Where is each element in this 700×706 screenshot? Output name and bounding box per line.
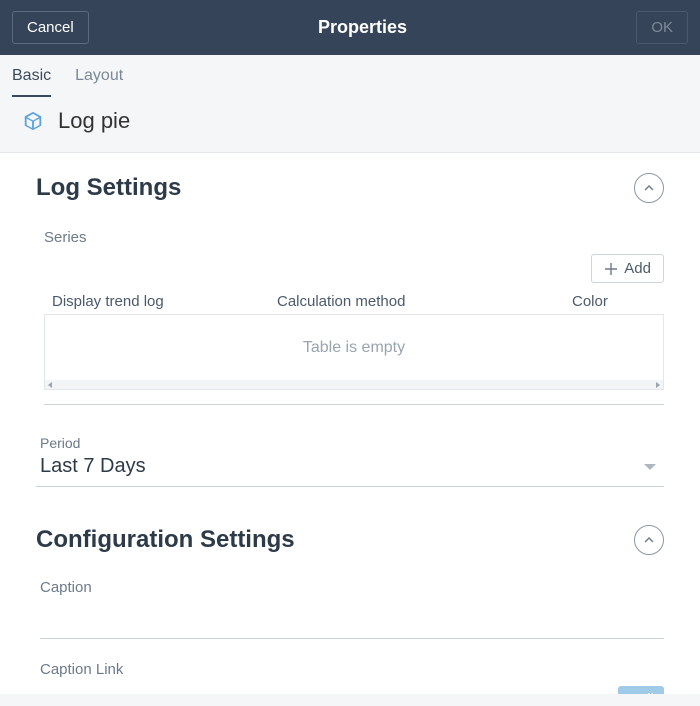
caption-link-label: Caption Link — [40, 661, 664, 678]
table-header: Display trend log Calculation method Col… — [44, 289, 664, 314]
table-horizontal-scrollbar[interactable] — [44, 380, 664, 390]
dialog-header: Cancel Properties OK — [0, 0, 700, 55]
period-label: Period — [40, 435, 660, 451]
period-value: Last 7 Days — [40, 455, 146, 478]
section-log-settings: Log Settings Series Add Display trend lo… — [0, 153, 700, 497]
dialog-title: Properties — [318, 17, 407, 38]
series-divider — [44, 404, 664, 405]
plus-icon — [604, 262, 618, 276]
chevron-up-icon — [644, 535, 654, 545]
collapse-config-settings-button[interactable] — [634, 525, 664, 555]
object-title-row: Log pie — [0, 98, 700, 152]
caption-label: Caption — [40, 579, 664, 596]
add-button-label: Add — [624, 260, 651, 277]
chevron-up-icon — [644, 183, 654, 193]
object-title: Log pie — [58, 108, 130, 134]
add-series-button[interactable]: Add — [591, 254, 664, 283]
series-label: Series — [44, 229, 664, 246]
cancel-button[interactable]: Cancel — [12, 11, 89, 44]
folder-icon[interactable] — [588, 692, 608, 695]
ok-button[interactable]: OK — [636, 11, 688, 44]
configuration-settings-title: Configuration Settings — [36, 526, 295, 554]
caption-field: Caption — [40, 579, 664, 639]
tab-layout[interactable]: Layout — [75, 55, 123, 97]
series-block: Series Add Display trend log Calculation… — [44, 229, 664, 405]
cube-icon — [22, 110, 44, 132]
series-table: Display trend log Calculation method Col… — [44, 289, 664, 390]
tab-bar: Basic Layout — [0, 55, 700, 98]
col-calculation-method: Calculation method — [277, 293, 572, 310]
period-field: Period Last 7 Days — [36, 423, 664, 487]
caption-link-field: Caption Link Null — [40, 661, 664, 694]
tab-basic[interactable]: Basic — [12, 55, 51, 97]
chevron-down-icon — [644, 464, 656, 470]
table-body-empty: Table is empty — [44, 314, 664, 380]
col-display-trend-log: Display trend log — [52, 293, 277, 310]
null-button[interactable]: Null — [618, 686, 664, 694]
col-color: Color — [572, 293, 656, 310]
section-configuration-settings: Configuration Settings Caption Caption L… — [0, 497, 700, 694]
log-settings-title: Log Settings — [36, 174, 181, 202]
caption-input[interactable] — [40, 604, 664, 639]
collapse-log-settings-button[interactable] — [634, 173, 664, 203]
period-dropdown[interactable]: Last 7 Days — [40, 451, 660, 484]
content-scroll[interactable]: Log Settings Series Add Display trend lo… — [0, 153, 700, 694]
